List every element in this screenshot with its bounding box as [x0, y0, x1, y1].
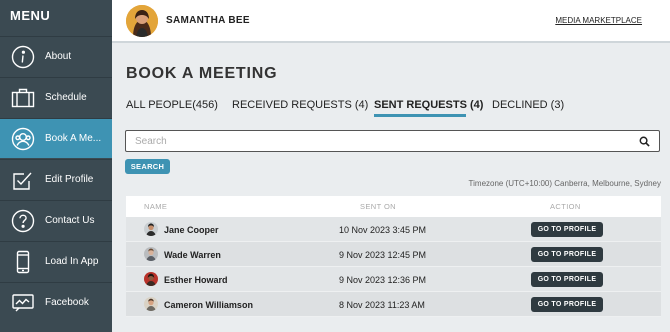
table-row: Jane Cooper 10 Nov 2023 3:45 PM GO TO PR… [126, 217, 661, 242]
sidebar-item-label: Load In App [45, 256, 99, 267]
go-to-profile-button[interactable]: GO TO PROFILE [531, 222, 603, 237]
sidebar-item-schedule[interactable]: Schedule [0, 77, 112, 117]
sidebar-item-label: Facebook [45, 297, 89, 308]
avatar[interactable] [126, 5, 158, 37]
column-header-action: ACTION [550, 202, 581, 211]
sidebar-item-label: Edit Profile [45, 174, 94, 185]
user-name: SAMANTHA BEE [166, 15, 250, 26]
sidebar-title: MENU [10, 8, 51, 23]
facebook-icon [11, 291, 35, 315]
avatar [144, 297, 158, 311]
row-sent-on: 9 Nov 2023 12:45 PM [339, 250, 427, 260]
active-tab-indicator [374, 114, 466, 117]
search-input[interactable] [126, 131, 616, 152]
column-header-name: NAME [144, 202, 168, 211]
row-name: Wade Warren [164, 250, 221, 260]
phone-icon [11, 250, 35, 274]
top-header: SAMANTHA BEE MEDIA MARKETPLACE [112, 0, 670, 43]
table-header: NAME SENT ON ACTION [126, 196, 661, 217]
search-icon[interactable] [639, 136, 650, 147]
tab-declined[interactable]: DECLINED (3) [492, 99, 564, 111]
search-button[interactable]: SEARCH [125, 159, 170, 174]
row-sent-on: 8 Nov 2023 11:23 AM [339, 300, 425, 310]
avatar [144, 272, 158, 286]
sidebar-item-label: Contact Us [45, 215, 95, 226]
go-to-profile-button[interactable]: GO TO PROFILE [531, 297, 603, 312]
sidebar-item-contact-us[interactable]: Contact Us [0, 200, 112, 240]
page-title: BOOK A MEETING [126, 65, 278, 82]
table-row: Wade Warren 9 Nov 2023 12:45 PM GO TO PR… [126, 242, 661, 267]
question-icon [11, 209, 35, 233]
column-header-sent-on: SENT ON [360, 202, 397, 211]
tab-received-requests[interactable]: RECEIVED REQUESTS (4) [232, 99, 368, 111]
sent-requests-table: NAME SENT ON ACTION Jane Cooper 10 Nov 2… [126, 196, 661, 317]
sidebar-item-label: Schedule [45, 92, 87, 103]
sidebar-item-label: Book A Me... [45, 133, 102, 144]
info-icon [11, 45, 35, 69]
edit-icon [11, 168, 35, 192]
tab-all-people[interactable]: ALL PEOPLE(456) [126, 99, 218, 111]
go-to-profile-button[interactable]: GO TO PROFILE [531, 247, 603, 262]
row-sent-on: 10 Nov 2023 3:45 PM [339, 225, 427, 235]
row-sent-on: 9 Nov 2023 12:36 PM [339, 275, 427, 285]
go-to-profile-button[interactable]: GO TO PROFILE [531, 272, 603, 287]
users-icon [11, 127, 35, 151]
sidebar-item-about[interactable]: About [0, 36, 112, 76]
sidebar-item-label: About [45, 51, 72, 62]
row-name: Cameron Williamson [164, 300, 253, 310]
table-row: Cameron Williamson 8 Nov 2023 11:23 AM G… [126, 292, 661, 317]
avatar [144, 247, 158, 261]
media-marketplace-link[interactable]: MEDIA MARKETPLACE [555, 16, 642, 25]
briefcase-icon [11, 86, 35, 110]
sidebar: MENU About Schedule Book A Me... Edit Pr… [0, 0, 112, 332]
sidebar-item-book-a-meeting[interactable]: Book A Me... [0, 118, 112, 158]
table-row: Esther Howard 9 Nov 2023 12:36 PM GO TO … [126, 267, 661, 292]
avatar [144, 222, 158, 236]
sidebar-item-load-in-app[interactable]: Load In App [0, 241, 112, 281]
sidebar-item-edit-profile[interactable]: Edit Profile [0, 159, 112, 199]
search-box [125, 130, 660, 152]
timezone-label: Timezone (UTC+10:00) Canberra, Melbourne… [468, 179, 661, 188]
row-name: Jane Cooper [164, 225, 219, 235]
tab-sent-requests[interactable]: SENT REQUESTS (4) [374, 99, 483, 111]
row-name: Esther Howard [164, 275, 228, 285]
sidebar-item-facebook[interactable]: Facebook [0, 282, 112, 322]
